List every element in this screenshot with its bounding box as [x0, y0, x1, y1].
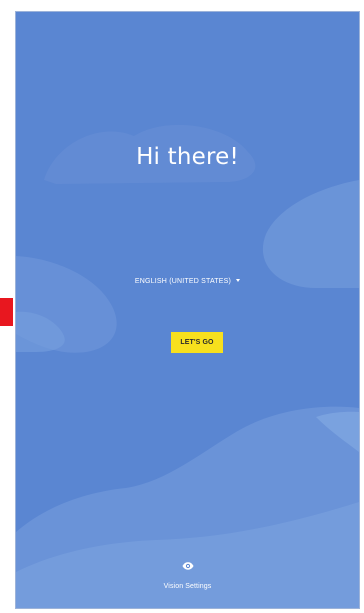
- red-marker: [0, 298, 13, 326]
- welcome-title: Hi there!: [136, 144, 239, 170]
- setup-screen: Hi there! ENGLISH (UNITED STATES) LET'S …: [16, 12, 359, 608]
- language-label: ENGLISH (UNITED STATES): [134, 278, 232, 285]
- caret-down-icon: [236, 278, 241, 282]
- language-selector[interactable]: ENGLISH (UNITED STATES): [16, 278, 359, 285]
- vision-settings-button[interactable]: Vision Settings: [16, 562, 359, 593]
- lets-go-button[interactable]: LET'S GO: [171, 332, 223, 353]
- eye-icon: [182, 562, 193, 570]
- cloud-background: [16, 124, 359, 608]
- vision-settings-label: Vision Settings: [163, 583, 212, 590]
